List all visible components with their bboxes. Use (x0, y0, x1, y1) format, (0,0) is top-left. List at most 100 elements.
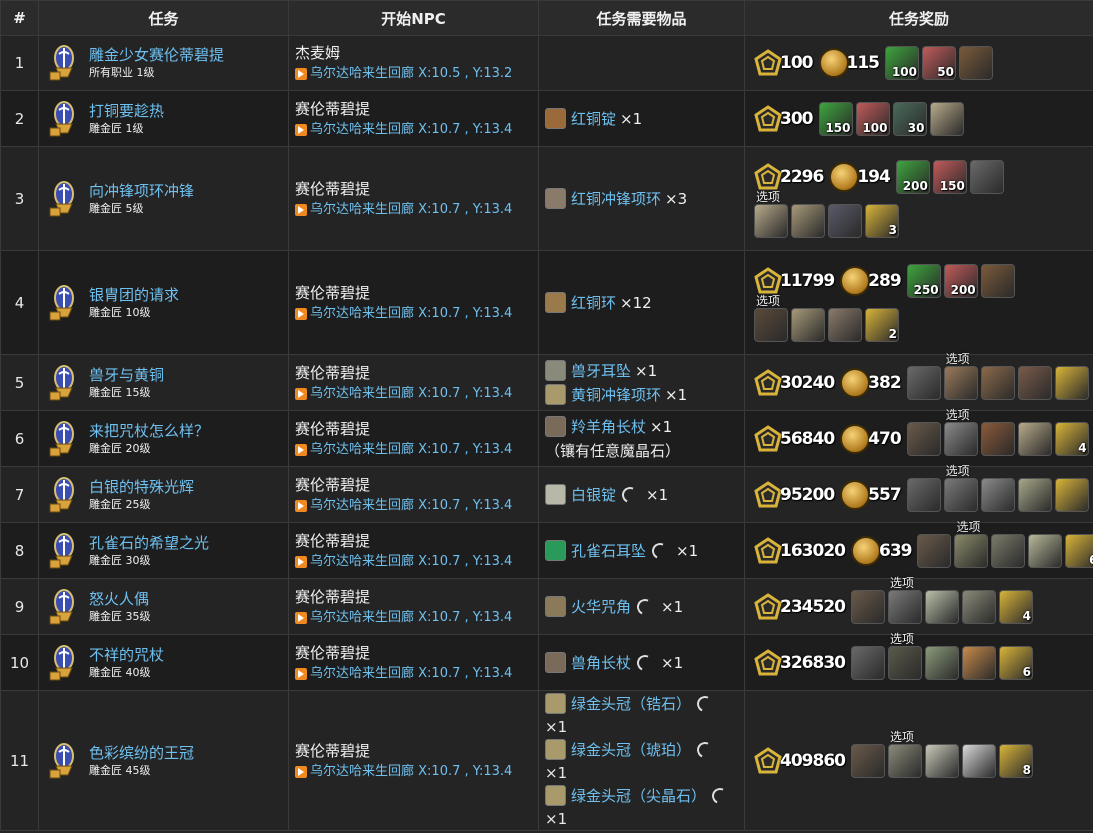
item-icon[interactable] (545, 292, 566, 313)
reward-item-icon[interactable] (917, 533, 952, 568)
npc-location-link[interactable]: 乌尔达哈来生回廊 X:10.7 , Y:13.4 (295, 762, 538, 782)
header-rewards[interactable]: 任务奖励 (744, 0, 1093, 36)
reward-item-icon[interactable] (980, 365, 1015, 400)
reward-item-icon[interactable] (754, 203, 788, 238)
reward-item-icon[interactable] (943, 365, 978, 400)
item-link[interactable]: 绿金头冠（琥珀） (571, 738, 691, 762)
npc-location-link[interactable]: 乌尔达哈来生回廊 X:10.7 , Y:13.4 (295, 384, 538, 404)
npc-location-link[interactable]: 乌尔达哈来生回廊 X:10.7 , Y:13.4 (295, 608, 538, 628)
item-link[interactable]: 红铜锭 (571, 107, 616, 131)
item-icon[interactable] (545, 785, 566, 806)
reward-item-icon[interactable] (906, 365, 941, 400)
item-link[interactable]: 绿金头冠（锆石） (571, 692, 691, 716)
header-start-npc[interactable]: 开始NPC (288, 0, 539, 36)
quest-name-link[interactable]: 打铜要趁热 (89, 102, 164, 121)
reward-item-icon[interactable] (924, 743, 959, 778)
quest-name-link[interactable]: 兽牙与黄铜 (89, 366, 164, 385)
reward-item-icon[interactable]: 250 (906, 263, 941, 298)
header-quest[interactable]: 任务 (38, 0, 289, 36)
reward-item-icon[interactable] (924, 645, 959, 680)
quest-name-link[interactable]: 孔雀石的希望之光 (89, 534, 209, 553)
reward-item-icon[interactable] (961, 743, 996, 778)
item-icon[interactable] (545, 108, 566, 129)
quest-name-link[interactable]: 来把咒杖怎么样？ (89, 422, 209, 441)
quest-name-link[interactable]: 银胄团的请求 (89, 286, 179, 305)
item-icon[interactable] (545, 484, 566, 505)
npc-location-link[interactable]: 乌尔达哈来生回廊 X:10.5 , Y:13.2 (295, 64, 538, 84)
reward-item-icon[interactable] (850, 645, 885, 680)
reward-item-icon[interactable]: 3 (865, 203, 899, 238)
reward-item-icon[interactable] (1017, 421, 1052, 456)
reward-item-icon[interactable] (943, 421, 978, 456)
item-icon[interactable] (545, 416, 566, 437)
reward-item-icon[interactable] (954, 533, 989, 568)
reward-item-icon[interactable]: 6 (998, 645, 1033, 680)
reward-item-icon[interactable] (1054, 477, 1089, 512)
reward-item-icon[interactable]: 50 (922, 46, 956, 80)
item-icon[interactable] (545, 360, 566, 381)
quest-name-link[interactable]: 色彩缤纷的王冠 (89, 744, 194, 763)
reward-item-icon[interactable] (961, 589, 996, 624)
reward-item-icon[interactable]: 4 (998, 589, 1033, 624)
reward-item-icon[interactable] (929, 101, 964, 136)
item-icon[interactable] (545, 188, 566, 209)
reward-item-icon[interactable]: 8 (998, 743, 1033, 778)
reward-item-icon[interactable]: 4 (1054, 421, 1089, 456)
reward-item-icon[interactable] (980, 263, 1015, 298)
reward-item-icon[interactable] (887, 589, 922, 624)
item-link[interactable]: 红铜环 (571, 291, 616, 315)
reward-item-icon[interactable] (1054, 365, 1089, 400)
item-link[interactable]: 白银锭 (571, 483, 616, 507)
reward-item-icon[interactable] (961, 645, 996, 680)
reward-item-icon[interactable] (980, 477, 1015, 512)
item-icon[interactable] (545, 652, 566, 673)
reward-item-icon[interactable] (943, 477, 978, 512)
reward-item-icon[interactable] (791, 203, 825, 238)
reward-item-icon[interactable] (1017, 365, 1052, 400)
reward-item-icon[interactable] (850, 589, 885, 624)
reward-item-icon[interactable] (991, 533, 1026, 568)
item-link[interactable]: 绿金头冠（尖晶石） (571, 784, 706, 808)
reward-item-icon[interactable] (1017, 477, 1052, 512)
item-link[interactable]: 兽角长杖 (571, 651, 631, 675)
reward-item-icon[interactable] (969, 159, 1004, 194)
reward-item-icon[interactable]: 200 (895, 159, 930, 194)
reward-item-icon[interactable]: 30 (892, 101, 927, 136)
npc-location-link[interactable]: 乌尔达哈来生回廊 X:10.7 , Y:13.4 (295, 440, 538, 460)
quest-name-link[interactable]: 怒火人偶 (89, 590, 151, 609)
item-icon[interactable] (545, 739, 566, 760)
npc-location-link[interactable]: 乌尔达哈来生回廊 X:10.7 , Y:13.4 (295, 200, 538, 220)
reward-item-icon[interactable]: 150 (818, 101, 853, 136)
item-icon[interactable] (545, 596, 566, 617)
header-required-items[interactable]: 任务需要物品 (538, 0, 745, 36)
item-icon[interactable] (545, 540, 566, 561)
npc-location-link[interactable]: 乌尔达哈来生回廊 X:10.7 , Y:13.4 (295, 552, 538, 572)
quest-name-link[interactable]: 不祥的咒杖 (89, 646, 164, 665)
reward-item-icon[interactable] (887, 743, 922, 778)
reward-item-icon[interactable] (791, 307, 825, 342)
reward-item-icon[interactable] (828, 203, 862, 238)
reward-item-icon[interactable]: 150 (932, 159, 967, 194)
reward-item-icon[interactable]: 200 (943, 263, 978, 298)
quest-name-link[interactable]: 雕金少女赛伦蒂碧提 (89, 46, 224, 65)
reward-item-icon[interactable] (959, 46, 993, 80)
item-link[interactable]: 羚羊角长杖 (571, 415, 646, 439)
reward-item-icon[interactable] (906, 477, 941, 512)
reward-item-icon[interactable] (980, 421, 1015, 456)
reward-item-icon[interactable] (850, 743, 885, 778)
reward-item-icon[interactable]: 100 (885, 46, 919, 80)
reward-item-icon[interactable] (924, 589, 959, 624)
item-link[interactable]: 兽牙耳坠 (571, 359, 631, 383)
item-link[interactable]: 火华咒角 (571, 595, 631, 619)
reward-item-icon[interactable] (1028, 533, 1063, 568)
reward-item-icon[interactable] (754, 307, 788, 342)
npc-location-link[interactable]: 乌尔达哈来生回廊 X:10.7 , Y:13.4 (295, 664, 538, 684)
item-icon[interactable] (545, 693, 566, 714)
reward-item-icon[interactable] (906, 421, 941, 456)
item-link[interactable]: 孔雀石耳坠 (571, 539, 646, 563)
npc-location-link[interactable]: 乌尔达哈来生回廊 X:10.7 , Y:13.4 (295, 120, 538, 140)
quest-name-link[interactable]: 白银的特殊光辉 (89, 478, 194, 497)
reward-item-icon[interactable]: 2 (865, 307, 899, 342)
reward-item-icon[interactable]: 6 (1065, 533, 1093, 568)
npc-location-link[interactable]: 乌尔达哈来生回廊 X:10.7 , Y:13.4 (295, 496, 538, 516)
